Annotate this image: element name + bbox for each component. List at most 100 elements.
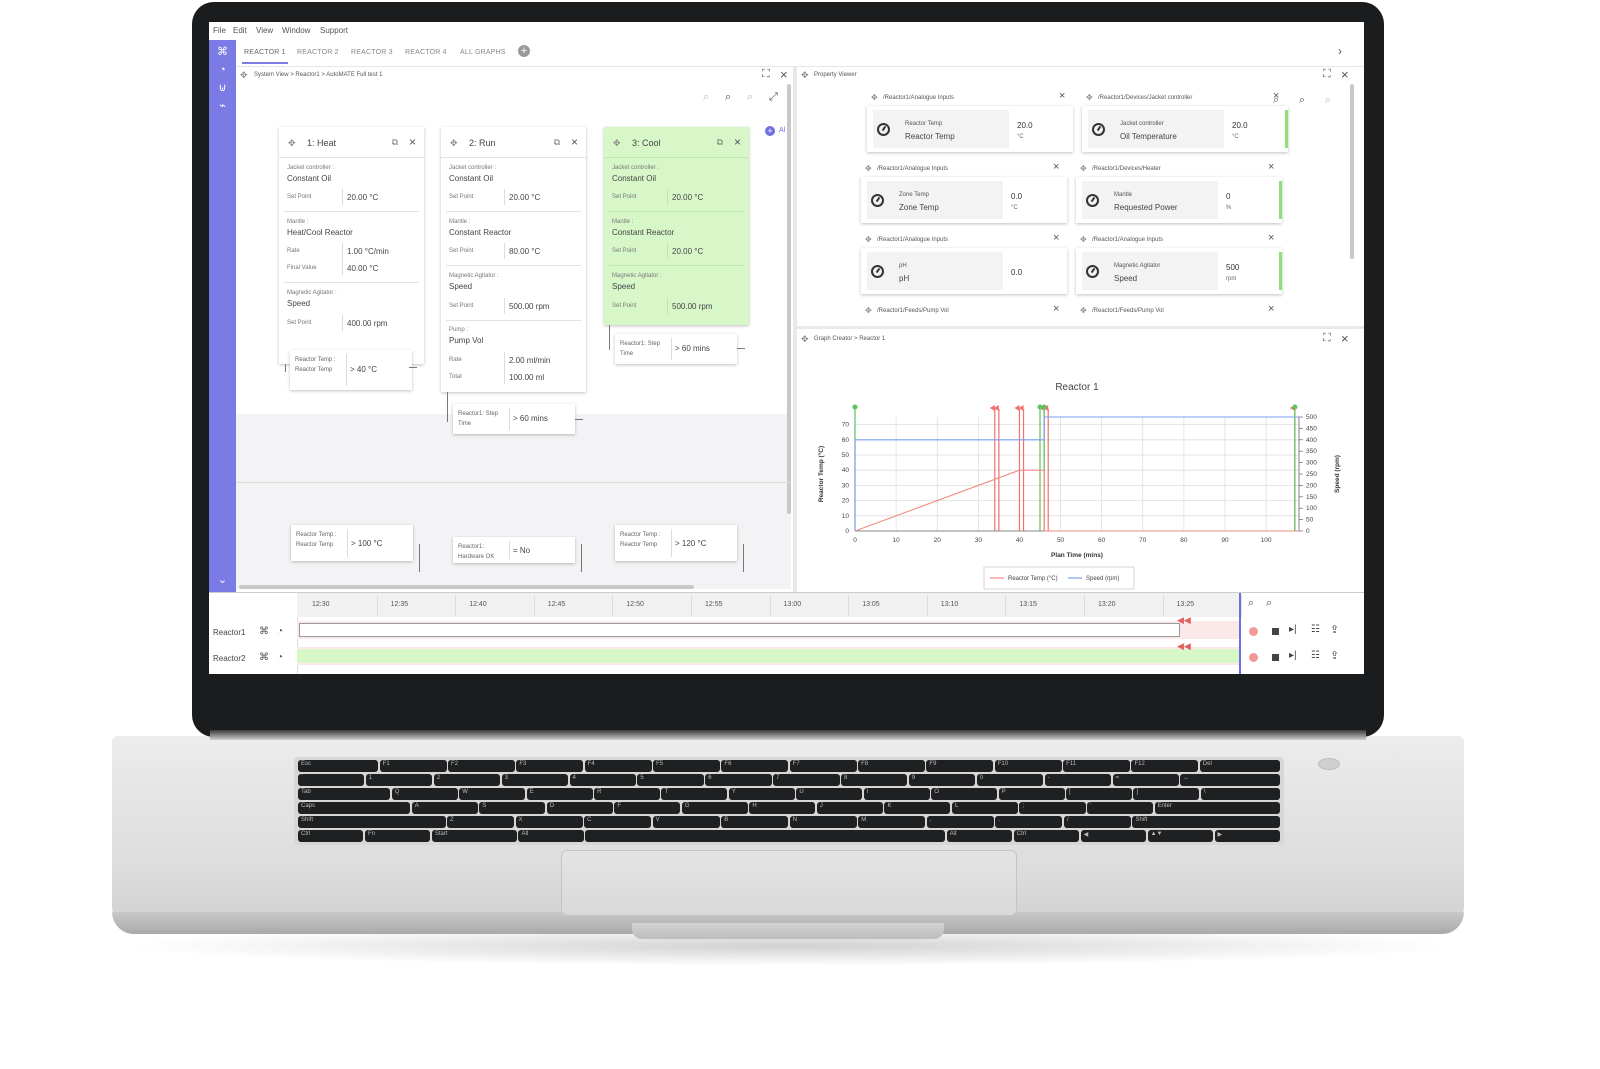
keyboard-key[interactable]: Ctrl — [298, 830, 364, 842]
notes-icon[interactable]: ☷ — [1311, 650, 1320, 661]
tab-reactor-4[interactable]: REACTOR 4 — [405, 49, 447, 56]
timeline-progress-bar[interactable] — [297, 649, 1239, 663]
drag-handle-icon[interactable]: ✥ — [865, 306, 872, 315]
zoom-reset-icon[interactable]: ⌕ — [747, 91, 753, 104]
keyboard-key[interactable]: 1 — [365, 774, 433, 786]
notes-icon[interactable]: ☷ — [1311, 624, 1320, 635]
drag-handle-icon[interactable]: ✥ — [288, 138, 296, 149]
drag-handle-icon[interactable]: ✥ — [1080, 306, 1087, 315]
param-value[interactable]: 1.00 °C/min — [347, 247, 389, 256]
keyboard-key[interactable]: L — [951, 802, 1018, 814]
property-card[interactable]: Magnetic Agitator Speed 500 rpm — [1076, 248, 1282, 294]
keyboard-key[interactable]: F4 — [584, 760, 652, 772]
keyboard-key[interactable]: A — [411, 802, 478, 814]
move-handle-icon[interactable]: ✥ — [801, 334, 809, 345]
vertical-scrollbar[interactable] — [1350, 84, 1354, 259]
keyboard-key[interactable]: ' — [1087, 802, 1154, 814]
device-icon[interactable]: ⊍ — [216, 82, 229, 95]
keyboard-key[interactable]: , — [926, 816, 994, 828]
param-value[interactable]: 500.00 rpm — [672, 302, 712, 311]
current-time-cursor[interactable] — [1239, 593, 1241, 674]
system-view-icon[interactable]: ⌘ — [216, 46, 229, 59]
keyboard-key[interactable]: Y — [728, 788, 795, 800]
keyboard-key[interactable]: Del — [1199, 760, 1280, 772]
skip-step-icon[interactable]: ▸| — [1289, 650, 1297, 661]
keyboard-key[interactable]: . — [995, 816, 1063, 828]
param-value[interactable]: 80.00 °C — [509, 247, 540, 256]
keyboard-key[interactable]: Z — [447, 816, 515, 828]
menu-window[interactable]: Window — [282, 26, 310, 35]
drag-handle-icon[interactable]: ✥ — [865, 164, 872, 173]
keyboard-key[interactable]: P — [998, 788, 1065, 800]
keyboard-key[interactable]: Alt — [518, 830, 584, 842]
keyboard-key[interactable]: ◀ — [1080, 830, 1147, 842]
keyboard-key[interactable]: K — [884, 802, 951, 814]
step-card-run[interactable]: ✥ 2: Run ⧉ × Jacket controller : Constan… — [441, 127, 586, 392]
keyboard-key[interactable]: - — [1044, 774, 1112, 786]
keyboard-key[interactable]: / — [1063, 816, 1131, 828]
copy-icon[interactable]: ⧉ — [554, 137, 560, 148]
close-icon[interactable]: × — [1053, 232, 1059, 244]
param-value[interactable]: 20.00 °C — [672, 247, 703, 256]
timeline-track[interactable] — [297, 647, 1239, 665]
keyboard-key[interactable]: \ — [1200, 788, 1280, 800]
keyboard-key[interactable]: F2 — [448, 760, 515, 772]
keyboard-key[interactable]: Fn — [364, 830, 431, 842]
keyboard-key[interactable]: F12 — [1131, 760, 1199, 772]
param-value[interactable]: 20.00 °C — [347, 193, 378, 202]
move-handle-icon[interactable]: ✥ — [240, 70, 248, 81]
keyboard-key[interactable]: ] — [1133, 788, 1200, 800]
transition-condition[interactable]: Reactor1: Step Time > 60 mins — [615, 334, 737, 364]
close-icon[interactable]: × — [1059, 90, 1065, 102]
keyboard-key[interactable]: M — [858, 816, 926, 828]
add-step-icon[interactable]: + — [765, 126, 775, 136]
drag-handle-icon[interactable]: ✥ — [865, 235, 872, 244]
keyboard-key[interactable]: Ctrl — [1013, 830, 1080, 842]
keyboard-key[interactable]: F9 — [926, 760, 994, 772]
system-view-icon[interactable]: ⌘ — [259, 626, 269, 637]
keyboard-key[interactable]: S — [479, 802, 546, 814]
record-icon[interactable] — [1249, 653, 1258, 662]
keyboard-key[interactable]: 5 — [637, 774, 704, 786]
copy-icon[interactable]: ⧉ — [392, 137, 398, 148]
power-button[interactable] — [1318, 758, 1340, 770]
keyboard-key[interactable]: F8 — [858, 760, 925, 772]
close-icon[interactable]: × — [1268, 161, 1274, 173]
menu-view[interactable]: View — [256, 26, 273, 35]
property-card[interactable]: Jacket controller Oil Temperature 20.0 °… — [1082, 106, 1288, 152]
param-value[interactable]: 100.00 ml — [509, 373, 544, 382]
keyboard-key[interactable]: 0 — [976, 774, 1044, 786]
stop-icon[interactable] — [1272, 654, 1279, 661]
keyboard-key[interactable]: F11 — [1063, 760, 1130, 772]
keyboard-key[interactable]: Esc — [298, 760, 379, 772]
chevron-down-icon[interactable]: ⌄ — [216, 574, 229, 587]
gauge-icon[interactable]: ◔ — [277, 626, 283, 637]
panel-splitter[interactable] — [797, 326, 1364, 329]
param-value[interactable]: 400.00 rpm — [347, 319, 387, 328]
keyboard-key[interactable]: 6 — [705, 774, 772, 786]
keyboard-key[interactable]: I — [863, 788, 930, 800]
keyboard-key[interactable]: Shift — [1132, 816, 1280, 828]
keyboard-key[interactable]: J — [816, 802, 883, 814]
close-icon[interactable]: × — [571, 135, 578, 149]
maximize-icon[interactable]: ⛶ — [762, 68, 770, 81]
reactor-chart[interactable]: Reactor 1 0 10 20 30 40 50 60 70 80 90 100 0 10 20 30 40… — [799, 347, 1359, 592]
close-icon[interactable]: × — [1341, 67, 1349, 82]
transition-condition[interactable]: Reactor Temp : Reactor Temp > 40 °C — [290, 350, 412, 390]
close-icon[interactable]: × — [1053, 161, 1059, 173]
stop-icon[interactable] — [1272, 628, 1279, 635]
keyboard-key[interactable]: B — [721, 816, 789, 828]
chevron-right-icon[interactable]: › — [1338, 44, 1342, 58]
property-card[interactable]: pH pH 0.0 — [861, 248, 1067, 294]
property-card[interactable]: Zone Temp Zone Temp 0.0 °C — [861, 177, 1067, 223]
keyboard-key[interactable]: G — [681, 802, 748, 814]
close-icon[interactable]: × — [409, 135, 416, 149]
keyboard-key[interactable]: U — [796, 788, 863, 800]
horizontal-scrollbar[interactable] — [239, 585, 694, 589]
close-icon[interactable]: × — [780, 67, 788, 82]
keyboard-key[interactable]: X — [515, 816, 583, 828]
keyboard-key[interactable]: H — [749, 802, 816, 814]
keyboard-key[interactable]: = — [1112, 774, 1179, 786]
gauge-icon[interactable]: ◔ — [277, 652, 283, 663]
maximize-icon[interactable]: ⛶ — [1323, 332, 1331, 345]
